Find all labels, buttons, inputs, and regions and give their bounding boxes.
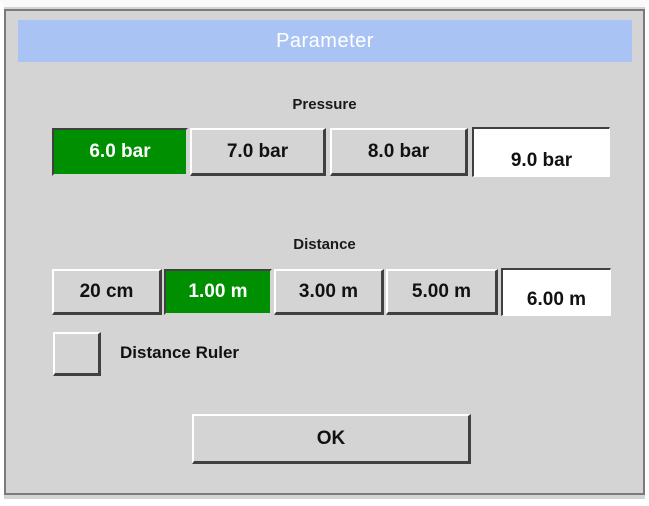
pressure-custom-field[interactable]: 9.0 bar [472,127,610,177]
distance-custom-field[interactable]: 6.00 m [501,268,611,316]
distance-label: Distance [293,236,356,253]
pressure-6-bar-button[interactable]: 6.0 bar [52,128,188,176]
distance-5-m-button[interactable]: 5.00 m [386,269,498,315]
distance-1-m-button[interactable]: 1.00 m [164,269,272,315]
ok-button[interactable]: OK [192,414,471,464]
distance-ruler-label: Distance Ruler [120,343,240,362]
pressure-label: Pressure [292,96,357,113]
distance-20-cm-button[interactable]: 20 cm [52,269,162,315]
pressure-7-bar-button[interactable]: 7.0 bar [190,128,326,176]
distance-ruler-checkbox[interactable] [53,332,101,376]
pressure-8-bar-button[interactable]: 8.0 bar [330,128,468,176]
distance-3-m-button[interactable]: 3.00 m [274,269,384,315]
dialog-title: Parameter [18,20,632,62]
